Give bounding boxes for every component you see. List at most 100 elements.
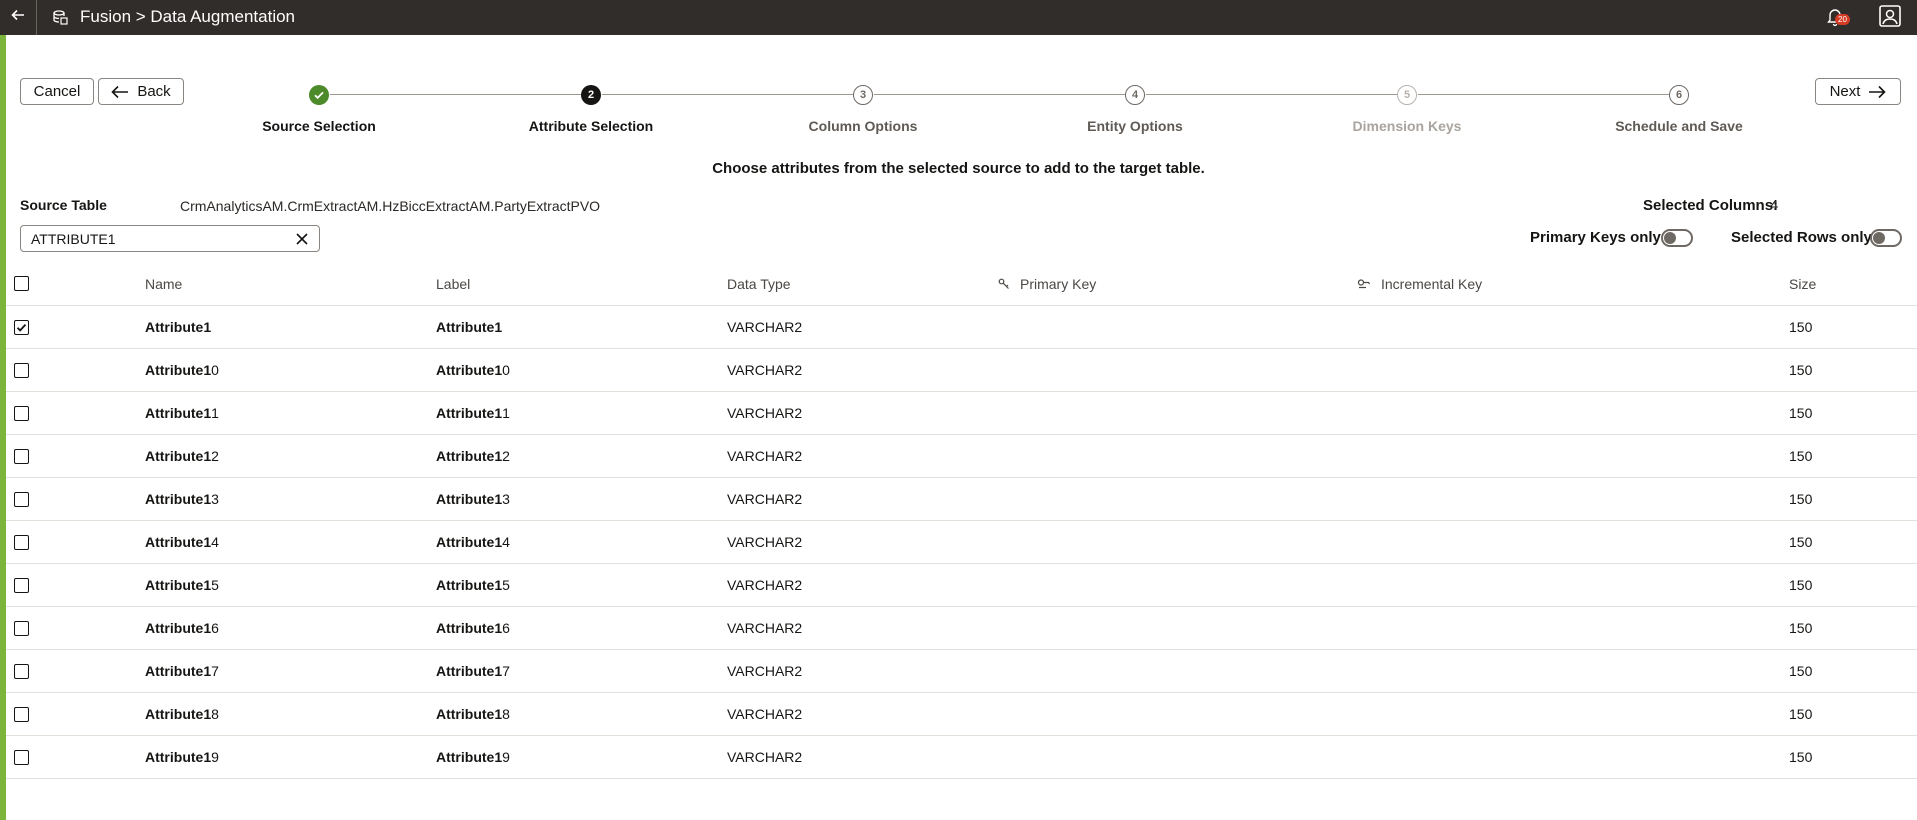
row-name-match: Attribute1 [145,362,212,378]
search-field[interactable] [20,225,320,252]
row-name: Attribute1 2 [145,435,219,477]
row-name-match: Attribute1 [145,491,212,507]
row-size: 150 [1789,534,1813,550]
row-checkbox[interactable] [14,448,29,464]
table-row[interactable]: Attribute1 5 Attribute1 5 VARCHAR2 150 [6,564,1917,607]
train-stop-attribute-selection[interactable]: 2 [581,85,601,105]
row-size: 150 [1789,620,1813,636]
row-name: Attribute1 1 [145,392,219,434]
row-name-match: Attribute1 [145,405,212,421]
row-name-rest: 5 [211,577,219,593]
column-header-size[interactable]: Size [1789,262,1816,305]
primary-keys-only-label: Primary Keys only [1530,229,1661,246]
row-label-match: Attribute1 [436,749,503,765]
row-checkbox[interactable] [14,749,29,765]
row-checkbox[interactable] [14,663,29,679]
table-row[interactable]: Attribute1 Attribute1 VARCHAR2 150 [6,306,1917,349]
train-stop-schedule-and-save[interactable]: 6 [1669,85,1689,105]
row-data-type: VARCHAR2 [727,491,803,507]
row-label: Attribute1 2 [436,435,510,477]
row-data-type: VARCHAR2 [727,577,803,593]
toggle-knob [1664,232,1676,244]
row-name-rest: 8 [211,706,219,722]
row-name-match: Attribute1 [145,620,212,636]
row-label-match: Attribute1 [436,577,503,593]
selected-rows-only-toggle[interactable] [1870,229,1902,247]
train-connector [874,94,1134,95]
row-name-match: Attribute1 [145,448,212,464]
row-label-match: Attribute1 [436,706,503,722]
table-row[interactable]: Attribute1 3 Attribute1 3 VARCHAR2 150 [6,478,1917,521]
row-checkbox[interactable] [14,405,29,421]
column-header-primary-key[interactable]: Primary Key [998,262,1096,305]
row-name: Attribute1 9 [145,736,219,778]
row-data-type: VARCHAR2 [727,534,803,550]
row-checkbox[interactable] [14,620,29,636]
column-header-incremental-key[interactable]: Incremental Key [1357,262,1482,305]
row-label-match: Attribute1 [436,663,503,679]
table-row[interactable]: Attribute1 2 Attribute1 2 VARCHAR2 150 [6,435,1917,478]
row-name: Attribute1 [145,306,211,348]
row-label-match: Attribute1 [436,362,503,378]
row-checkbox[interactable] [14,362,29,378]
arrow-right-icon [1869,85,1887,98]
column-header-data-type[interactable]: Data Type [727,262,791,305]
row-checkbox[interactable] [14,534,29,550]
table-row[interactable]: Attribute1 4 Attribute1 4 VARCHAR2 150 [6,521,1917,564]
table-row[interactable]: Attribute1 8 Attribute1 8 VARCHAR2 150 [6,693,1917,736]
select-all-checkbox[interactable] [14,276,29,291]
primary-keys-only-toggle[interactable] [1661,229,1693,247]
column-header-primary-key-label: Primary Key [1020,275,1097,292]
row-name: Attribute1 0 [145,349,219,391]
train-stop-entity-options[interactable]: 4 [1125,85,1145,105]
row-label: Attribute1 5 [436,564,510,606]
row-name-match: Attribute1 [145,663,212,679]
row-label-match: Attribute1 [436,491,503,507]
row-label-match: Attribute1 [436,405,503,421]
row-label: Attribute1 3 [436,478,510,520]
train-stop-source-selection[interactable] [309,85,329,105]
row-label: Attribute1 9 [436,736,510,778]
row-data-type: VARCHAR2 [727,319,803,335]
table-row[interactable]: Attribute1 1 Attribute1 1 VARCHAR2 150 [6,392,1917,435]
table-row[interactable]: Attribute1 7 Attribute1 7 VARCHAR2 150 [6,650,1917,693]
row-name-rest: 6 [211,620,219,636]
search-input[interactable] [31,230,291,247]
user-profile-icon[interactable] [1878,4,1902,28]
train-stop-column-options[interactable]: 3 [853,85,873,105]
back-arrow-icon[interactable] [10,6,26,29]
row-name-rest: 0 [211,362,219,378]
row-size: 150 [1789,577,1813,593]
column-header-label[interactable]: Label [436,262,470,305]
column-header-incremental-key-label: Incremental Key [1381,275,1483,292]
row-label: Attribute1 1 [436,392,510,434]
row-checkbox[interactable] [14,319,29,335]
row-checkbox[interactable] [14,706,29,722]
column-header-name[interactable]: Name [145,262,182,305]
selected-columns-label: Selected Columns: [1643,197,1779,214]
table-body: Attribute1 Attribute1 VARCHAR2 150 Attribute… [6,306,1917,779]
row-label-match: Attribute1 [436,534,503,550]
row-checkbox[interactable] [14,577,29,593]
table-row[interactable]: Attribute1 0 Attribute1 0 VARCHAR2 150 [6,349,1917,392]
back-button[interactable]: Back [98,78,184,105]
source-table-value: CrmAnalyticsAM.CrmExtractAM.HzBiccExtrac… [180,198,601,214]
row-label-rest: 0 [502,362,510,378]
cancel-button[interactable]: Cancel [20,78,94,105]
attributes-table: Name Label Data Type Primary Key Increme… [6,262,1917,779]
table-row[interactable]: Attribute1 6 Attribute1 6 VARCHAR2 150 [6,607,1917,650]
train-label-attribute-selection: Attribute Selection [528,118,654,134]
next-button[interactable]: Next [1815,78,1901,105]
row-label: Attribute1 [436,306,502,348]
back-button-label: Back [137,83,171,100]
row-label-rest: 4 [502,534,510,550]
train-label-entity-options: Entity Options [1087,118,1183,134]
close-icon[interactable] [295,232,309,246]
table-row[interactable]: Attribute1 9 Attribute1 9 VARCHAR2 150 [6,736,1917,779]
row-name: Attribute1 8 [145,693,219,735]
row-data-type: VARCHAR2 [727,620,803,636]
row-name-rest: 7 [211,663,219,679]
row-label: Attribute1 0 [436,349,510,391]
row-name-match: Attribute1 [145,577,212,593]
row-checkbox[interactable] [14,491,29,507]
